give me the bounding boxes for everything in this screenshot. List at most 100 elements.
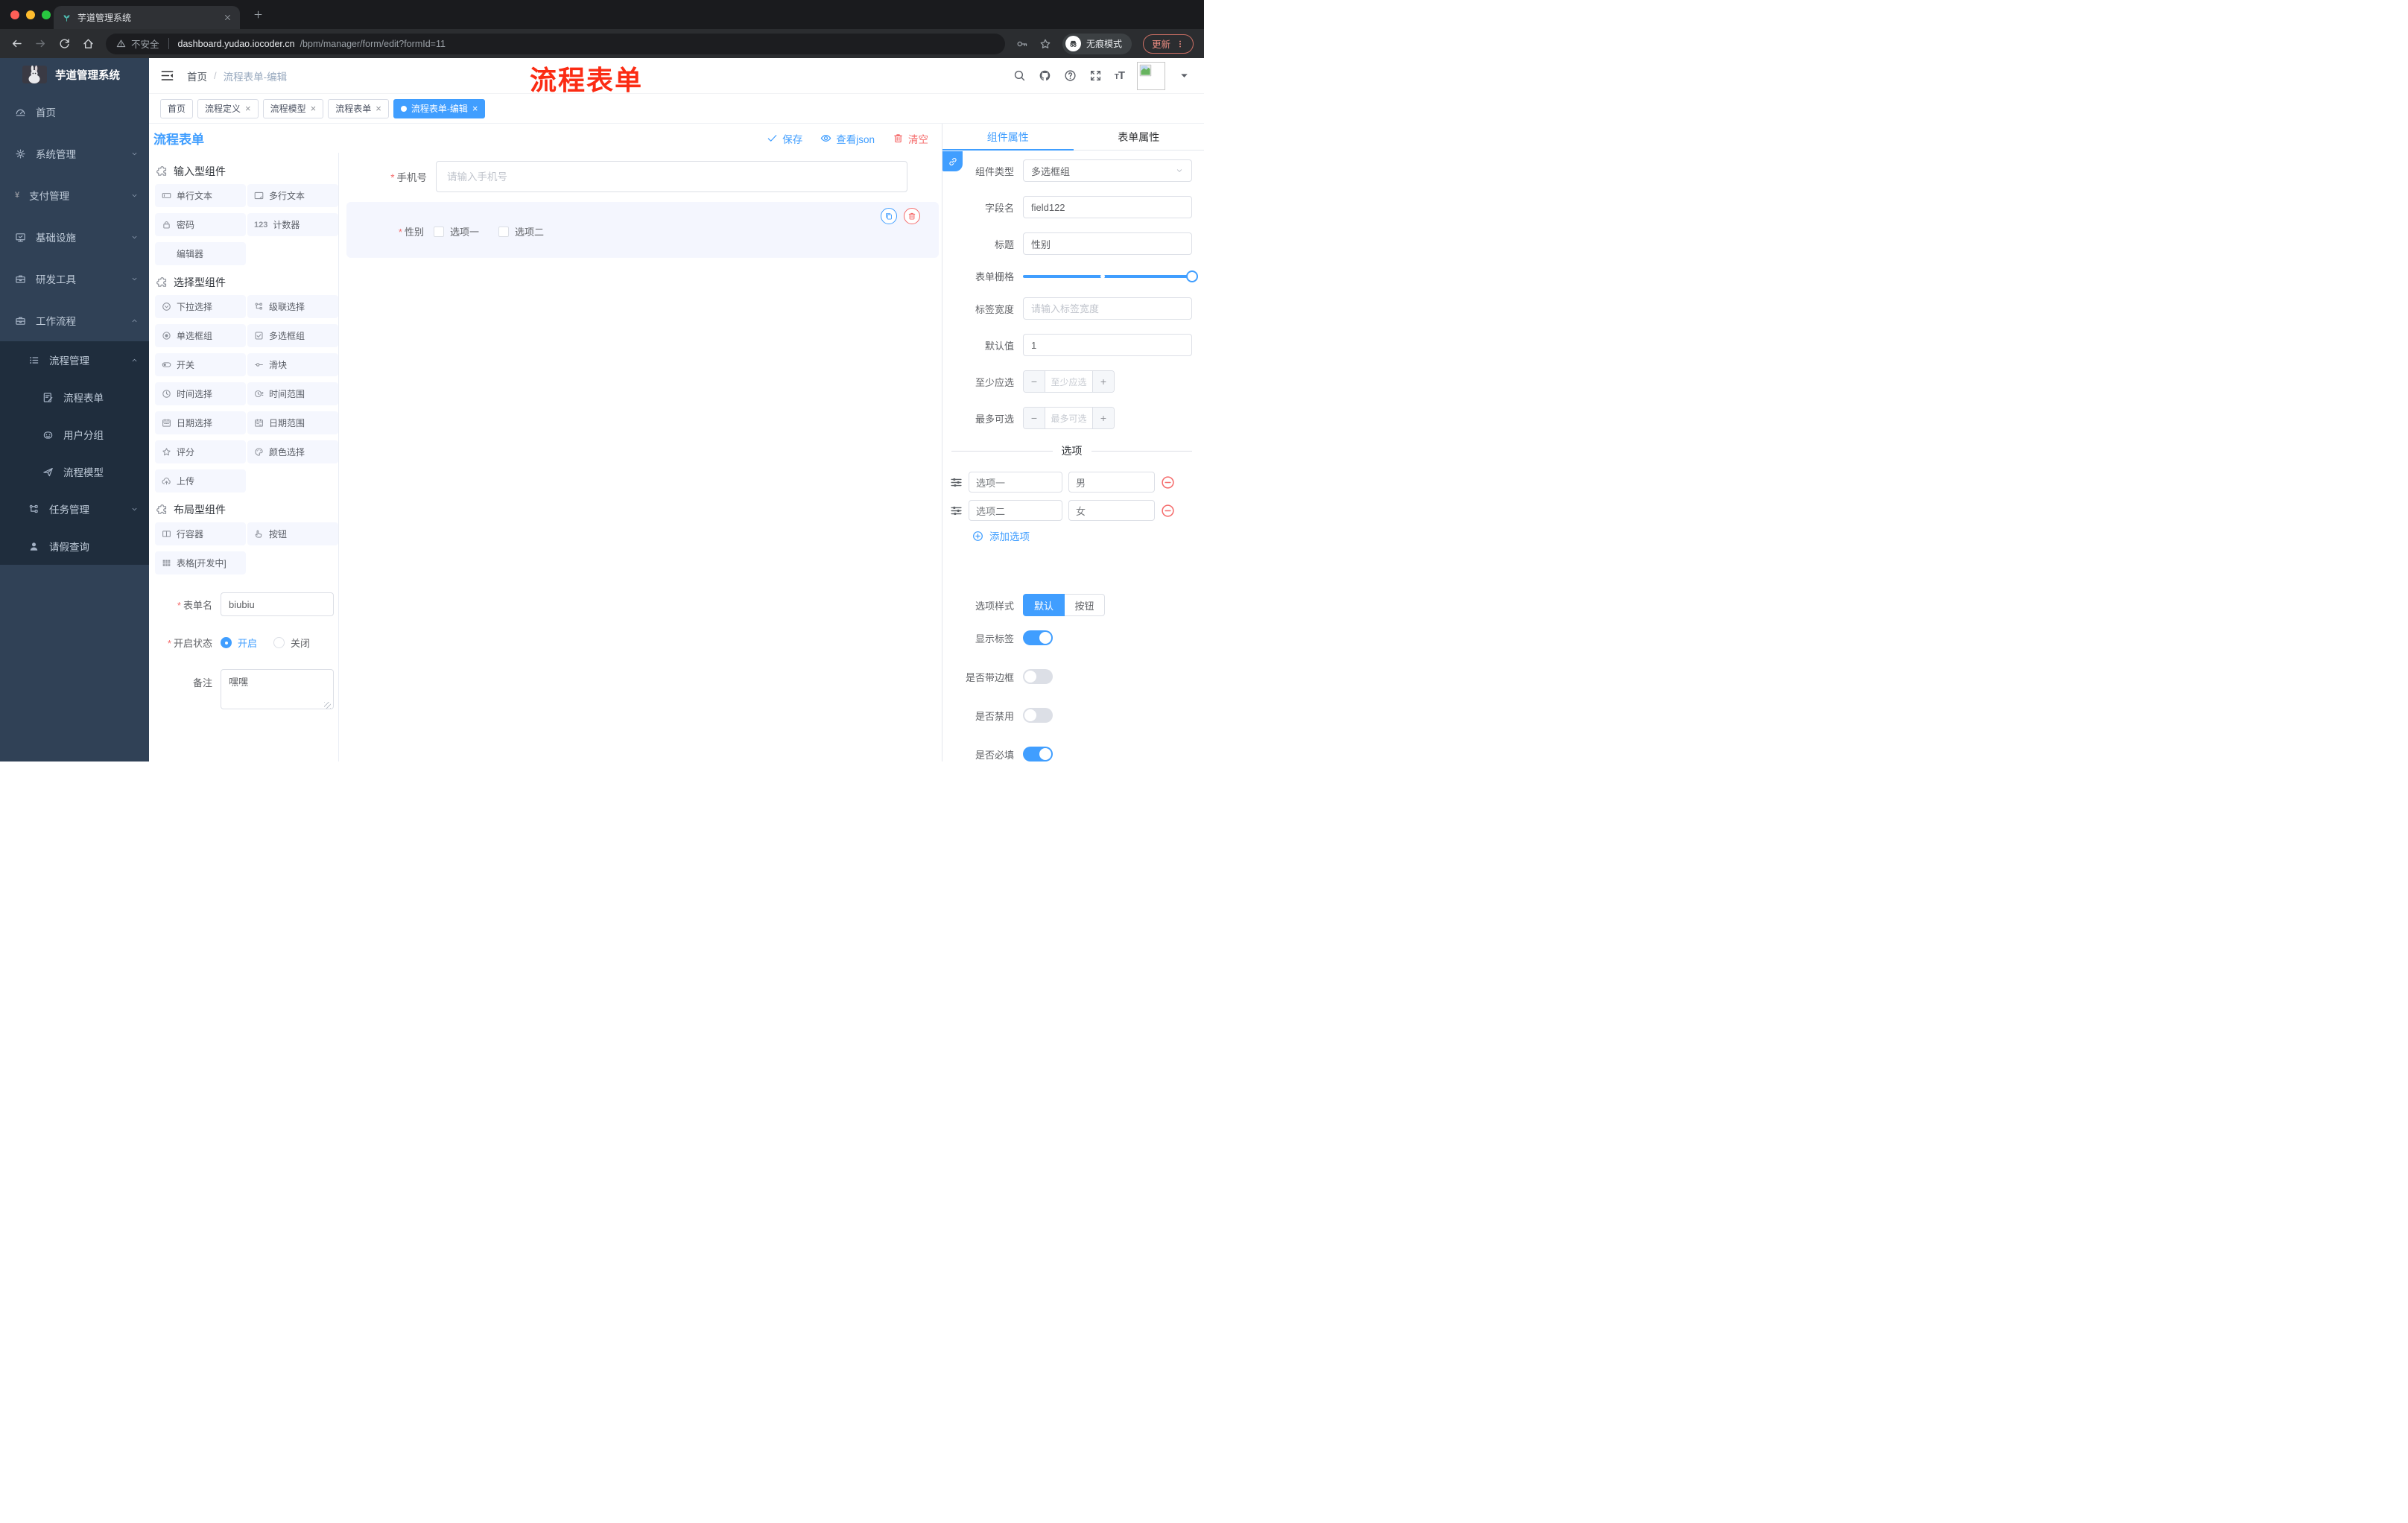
component-chip-单行文本[interactable]: 单行文本: [155, 184, 246, 207]
link-drawer-handle[interactable]: [942, 151, 963, 171]
password-key-icon[interactable]: [1016, 38, 1028, 50]
save-button[interactable]: 保存: [767, 131, 802, 146]
search-icon[interactable]: [1013, 69, 1026, 82]
avatar-caret-icon[interactable]: [1178, 69, 1191, 82]
gender-option-选项一[interactable]: 选项一: [434, 224, 479, 238]
tag-流程模型[interactable]: 流程模型 ×: [262, 98, 324, 118]
tag-流程表单-编辑[interactable]: 流程表单-编辑 ×: [393, 98, 486, 118]
option-value-input[interactable]: [1068, 500, 1155, 521]
delete-component-button[interactable]: [904, 208, 920, 224]
drag-handle-icon[interactable]: [950, 476, 963, 489]
checkbox[interactable]: [434, 226, 444, 237]
sidebar-item-流程表单[interactable]: 流程表单: [0, 379, 149, 416]
view-json-button[interactable]: 查看json: [820, 131, 875, 146]
remove-option-icon[interactable]: [1161, 475, 1175, 490]
component-chip-上传[interactable]: 上传: [155, 469, 246, 493]
gender-option-选项二[interactable]: 选项二: [498, 224, 544, 238]
form-name-input[interactable]: [221, 592, 334, 616]
tag-流程定义[interactable]: 流程定义 ×: [197, 98, 259, 118]
font-size-icon[interactable]: TT: [1115, 69, 1125, 82]
default-value-input[interactable]: [1023, 334, 1192, 356]
sidebar-item-工作流程[interactable]: 工作流程: [0, 300, 149, 341]
avatar[interactable]: [1137, 61, 1165, 90]
title-input[interactable]: [1023, 232, 1192, 255]
sidebar-item-首页[interactable]: 首页: [0, 91, 149, 133]
stepper-minus-button[interactable]: −: [1024, 371, 1045, 392]
bookmark-star-icon[interactable]: [1039, 38, 1051, 50]
fullscreen-icon[interactable]: [1089, 69, 1102, 82]
tag-close-icon[interactable]: ×: [472, 104, 478, 113]
checkbox[interactable]: [498, 226, 510, 237]
component-chip-下拉选择[interactable]: 下拉选择: [155, 295, 246, 318]
sidebar-collapse-icon[interactable]: [160, 69, 174, 83]
tag-close-icon[interactable]: ×: [376, 104, 381, 113]
window-zoom-button[interactable]: [42, 10, 51, 19]
tab-component-props[interactable]: 组件属性: [942, 124, 1074, 151]
component-chip-评分[interactable]: 评分: [155, 440, 246, 463]
menu-dots-icon[interactable]: [1176, 39, 1185, 48]
toggle-是否禁用[interactable]: [1023, 708, 1053, 723]
option-label-input[interactable]: [969, 500, 1062, 521]
tag-首页[interactable]: 首页: [160, 98, 194, 118]
label-width-input[interactable]: [1023, 297, 1192, 320]
window-minimize-button[interactable]: [26, 10, 35, 19]
component-chip-时间选择[interactable]: 时间选择: [155, 382, 246, 405]
option-style-button[interactable]: 按钮: [1065, 594, 1105, 616]
toggle-显示标签[interactable]: [1023, 630, 1053, 645]
component-chip-滑块[interactable]: 滑块: [247, 353, 338, 376]
component-chip-密码[interactable]: 密码: [155, 213, 246, 236]
update-button[interactable]: 更新: [1142, 34, 1194, 54]
forward-icon[interactable]: [34, 37, 47, 50]
stepper-plus-button[interactable]: +: [1093, 408, 1114, 428]
component-chip-开关[interactable]: 开关: [155, 353, 246, 376]
new-tab-button[interactable]: [253, 10, 263, 19]
sidebar-item-请假查询[interactable]: 请假查询: [0, 528, 149, 565]
browser-tab[interactable]: 芋道管理系统: [54, 6, 240, 29]
clear-button[interactable]: 清空: [893, 131, 928, 146]
slider-handle[interactable]: [1186, 270, 1198, 282]
toggle-是否必填[interactable]: [1023, 747, 1053, 762]
help-icon[interactable]: [1064, 69, 1077, 82]
component-chip-编辑器[interactable]: 编辑器: [155, 242, 246, 265]
tab-form-props[interactable]: 表单属性: [1074, 124, 1205, 150]
option-value-input[interactable]: [1068, 472, 1155, 493]
remove-option-icon[interactable]: [1161, 504, 1175, 518]
field-name-input[interactable]: [1023, 196, 1192, 218]
security-label[interactable]: 不安全: [131, 37, 159, 51]
toggle-是否带边框[interactable]: [1023, 669, 1053, 684]
component-chip-计数器[interactable]: 123 计数器: [247, 213, 338, 236]
component-chip-表格[开发中][interactable]: 表格[开发中]: [155, 551, 246, 574]
component-chip-级联选择[interactable]: 级联选择: [247, 295, 338, 318]
tag-流程表单[interactable]: 流程表单 ×: [328, 98, 389, 118]
sidebar-item-研发工具[interactable]: 研发工具: [0, 258, 149, 300]
component-chip-行容器[interactable]: 行容器: [155, 522, 246, 545]
breadcrumb-home[interactable]: 首页: [187, 69, 207, 83]
copy-component-button[interactable]: [881, 208, 897, 224]
grid-slider[interactable]: [1023, 270, 1198, 282]
github-icon[interactable]: [1039, 69, 1051, 82]
component-type-select[interactable]: 多选框组: [1023, 159, 1192, 182]
stepper-plus-button[interactable]: +: [1093, 371, 1114, 392]
sidebar-item-任务管理[interactable]: 任务管理: [0, 490, 149, 528]
tag-close-icon[interactable]: ×: [311, 104, 317, 113]
sidebar-item-用户分组[interactable]: 用户分组: [0, 416, 149, 453]
reload-icon[interactable]: [58, 37, 71, 50]
sidebar-item-流程模型[interactable]: 流程模型: [0, 453, 149, 490]
sidebar-item-流程管理[interactable]: 流程管理: [0, 341, 149, 379]
component-chip-单选框组[interactable]: 单选框组: [155, 324, 246, 347]
sidebar-item-基础设施[interactable]: 基础设施: [0, 216, 149, 258]
drag-handle-icon[interactable]: [950, 504, 963, 517]
component-chip-时间范围[interactable]: 时间范围: [247, 382, 338, 405]
app-logo[interactable]: 芋道管理系统: [0, 58, 149, 91]
tab-close-icon[interactable]: [224, 13, 232, 22]
status-radio-off[interactable]: 关闭: [273, 636, 310, 650]
home-icon[interactable]: [82, 37, 95, 50]
component-chip-日期选择[interactable]: 日期选择: [155, 411, 246, 434]
option-label-input[interactable]: [969, 472, 1062, 493]
component-chip-颜色选择[interactable]: 颜色选择: [247, 440, 338, 463]
component-chip-多行文本[interactable]: 多行文本: [247, 184, 338, 207]
tag-close-icon[interactable]: ×: [245, 104, 251, 113]
component-chip-多选框组[interactable]: 多选框组: [247, 324, 338, 347]
url-bar[interactable]: 不安全 dashboard.yudao.iocoder.cn/bpm/manag…: [106, 33, 1005, 54]
stepper-minus-button[interactable]: −: [1024, 408, 1045, 428]
